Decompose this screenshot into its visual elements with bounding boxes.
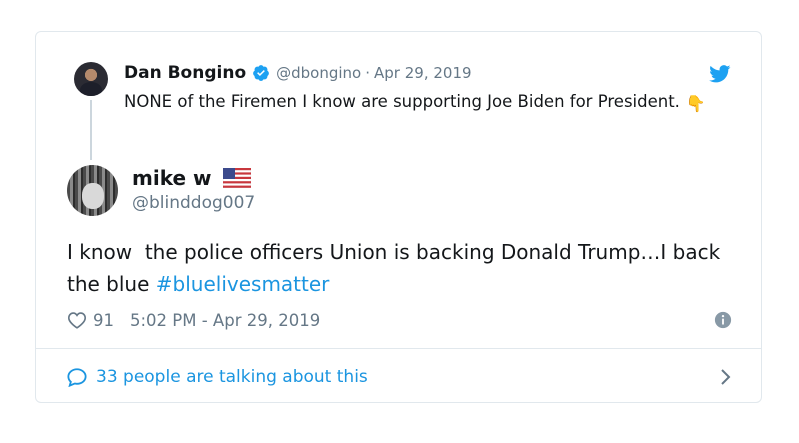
hashtag-link[interactable]: #bluelivesmatter <box>156 272 330 296</box>
conversation-label: 33 people are talking about this <box>96 367 368 387</box>
speech-bubble-icon <box>67 368 87 387</box>
twitter-bird-icon[interactable] <box>709 65 731 83</box>
parent-author-name[interactable]: Dan Bongino <box>124 63 246 83</box>
heart-icon[interactable] <box>67 311 87 329</box>
author-avatar[interactable] <box>67 165 118 216</box>
parent-tweet-body: NONE of the Firemen I know are supportin… <box>124 92 680 111</box>
author-name[interactable]: mike w <box>132 166 211 190</box>
parent-author-handle[interactable]: @dbongino <box>276 64 361 82</box>
chevron-right-icon <box>721 369 731 385</box>
tweet-timestamp[interactable]: 5:02 PM - Apr 29, 2019 <box>130 311 320 330</box>
parent-author-avatar[interactable] <box>74 62 108 96</box>
us-flag-icon <box>223 168 252 188</box>
pointing-down-emoji-icon: 👇 <box>685 94 706 113</box>
author-name-row: mike w <box>132 166 252 190</box>
card-divider <box>36 348 761 349</box>
parent-tweet-header: Dan Bongino @dbongino · Apr 29, 2019 <box>124 62 472 84</box>
thread-connector-line <box>90 100 92 160</box>
tweet-meta-row: 91 5:02 PM - Apr 29, 2019 <box>67 307 732 333</box>
info-icon[interactable] <box>714 311 732 329</box>
parent-tweet-date[interactable]: Apr 29, 2019 <box>374 64 472 82</box>
conversation-link[interactable]: 33 people are talking about this <box>66 363 734 391</box>
embedded-tweet-card: Dan Bongino @dbongino · Apr 29, 2019 NON… <box>35 31 762 403</box>
verified-badge-icon <box>253 65 269 81</box>
header-separator: · <box>365 64 371 82</box>
parent-tweet-text: NONE of the Firemen I know are supportin… <box>124 88 734 115</box>
author-handle[interactable]: @blinddog007 <box>132 193 255 213</box>
like-count: 91 <box>93 310 114 330</box>
tweet-text: I know the police officers Union is back… <box>67 236 727 300</box>
